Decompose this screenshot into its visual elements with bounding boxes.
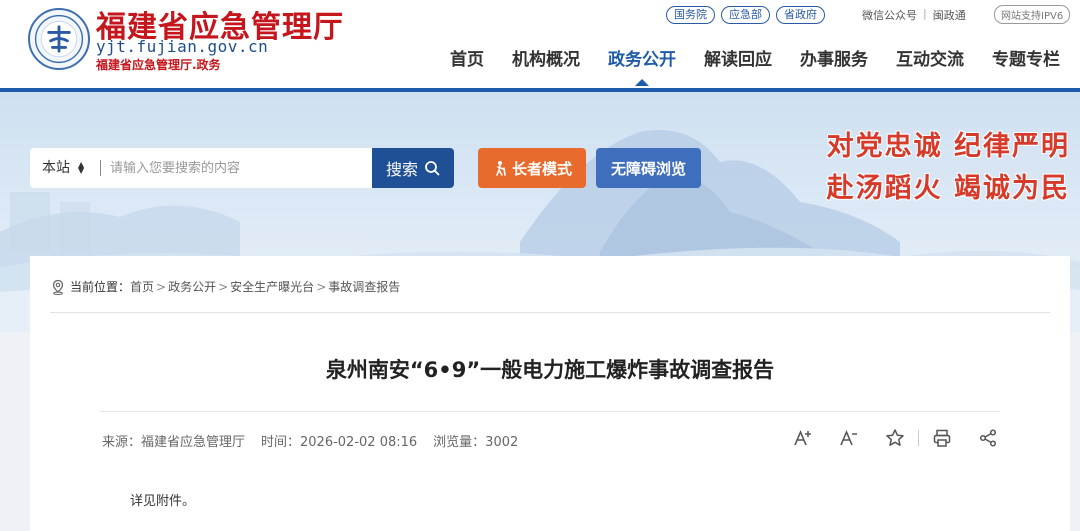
util-links: 微信公众号 | 闽政通 (862, 7, 966, 23)
print-icon[interactable] (932, 428, 952, 448)
font-increase-icon[interactable] (793, 428, 813, 448)
title-divider (100, 411, 1000, 412)
breadcrumb: 当前位置： 首页 > 政务公开 > 安全生产曝光台 > 事故调查报告 (50, 278, 400, 295)
breadcrumb-separator: > (218, 279, 229, 294)
minzhengtong-link[interactable]: 闽政通 (933, 7, 966, 23)
search-button[interactable]: 搜索 (372, 148, 454, 188)
article-body: 详见附件。 (130, 494, 196, 509)
slogan-line-2: 赴汤蹈火 竭诚为民 (826, 173, 1070, 204)
nav-interpretation[interactable]: 解读回应 (690, 46, 786, 74)
util-separator: | (923, 7, 927, 20)
favorite-star-icon[interactable] (885, 428, 905, 448)
nav-home[interactable]: 首页 (436, 46, 498, 74)
nav-organization[interactable]: 机构概况 (498, 46, 594, 74)
nav-services[interactable]: 办事服务 (786, 46, 882, 74)
location-pin-icon (52, 279, 64, 295)
slogan-line-1: 对党忠诚 纪律严明 (826, 131, 1070, 162)
sort-arrows-icon: ▲ ▼ (78, 160, 85, 175)
link-state-council[interactable]: 国务院 (666, 6, 715, 24)
top-links: 国务院 应急部 省政府 (666, 6, 825, 24)
elder-mode-label: 长者模式 (511, 159, 572, 178)
search-button-label: 搜索 (385, 160, 418, 179)
breadcrumb-divider (50, 312, 1050, 313)
nav-special-topics[interactable]: 专题专栏 (978, 46, 1074, 74)
ipv6-badge: 网站支持IPV6 (994, 5, 1071, 24)
emergency-management-emblem-icon[interactable] (28, 8, 90, 70)
main-nav: 首页 机构概况 政务公开 解读回应 办事服务 互动交流 专题专栏 (436, 46, 1074, 86)
tools-separator (918, 430, 919, 446)
article-tools (793, 428, 998, 448)
site-header: 福建省应急管理厅 yjt.fujian.gov.cn 福建省应急管理厅.政务 国… (0, 0, 1080, 92)
link-provincial-government[interactable]: 省政府 (776, 6, 825, 24)
wechat-link[interactable]: 微信公众号 (862, 7, 917, 23)
share-icon[interactable] (978, 428, 998, 448)
search-input[interactable] (110, 148, 365, 188)
article-source: 来源：福建省应急管理厅 (102, 435, 246, 450)
site-subname: 福建省应急管理厅.政务 (96, 58, 221, 72)
breadcrumb-separator: > (316, 279, 327, 294)
accessibility-button[interactable]: 无障碍浏览 (596, 148, 701, 188)
breadcrumb-government-affairs[interactable]: 政务公开 (168, 278, 216, 295)
elder-icon (496, 161, 506, 176)
elder-mode-button[interactable]: 长者模式 (478, 148, 586, 188)
article-views: 浏览量：3002 (433, 435, 519, 450)
article-time: 时间：2026-02-02 08:16 (261, 435, 418, 450)
nav-government-affairs-label: 政务公开 (608, 50, 676, 70)
search-divider (100, 160, 101, 176)
active-nav-indicator (635, 79, 649, 86)
nav-government-affairs[interactable]: 政务公开 (594, 46, 690, 86)
search-box: 本站 ▲ ▼ (30, 148, 372, 188)
breadcrumb-label: 当前位置： (70, 280, 131, 294)
font-decrease-icon[interactable] (839, 428, 859, 448)
article-meta: 来源：福建省应急管理厅 时间：2026-02-02 08:16 浏览量：3002 (102, 431, 518, 450)
breadcrumb-accident-reports[interactable]: 事故调查报告 (328, 278, 400, 295)
link-emergency-ministry[interactable]: 应急部 (721, 6, 770, 24)
article-title: 泉州南安“6•9”一般电力施工爆炸事故调查报告 (325, 358, 775, 382)
breadcrumb-home[interactable]: 首页 (130, 278, 154, 295)
article-card: 当前位置： 首页 > 政务公开 > 安全生产曝光台 > 事故调查报告 泉州南安“… (30, 256, 1070, 531)
site-domain: yjt.fujian.gov.cn (96, 37, 269, 56)
nav-interaction[interactable]: 互动交流 (882, 46, 978, 74)
search-scope-select[interactable]: 本站 (42, 148, 70, 188)
search-icon (425, 161, 440, 176)
breadcrumb-safety-exposure[interactable]: 安全生产曝光台 (230, 278, 314, 295)
breadcrumb-separator: > (156, 279, 167, 294)
